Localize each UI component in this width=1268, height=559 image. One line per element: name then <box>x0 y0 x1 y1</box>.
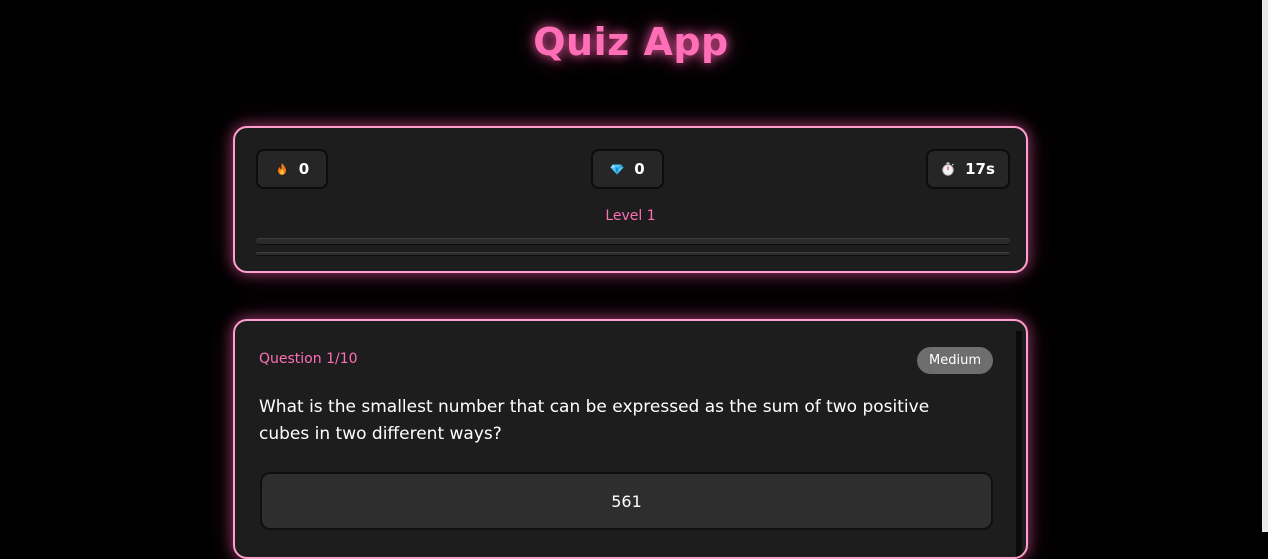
page-scrollbar[interactable] <box>1262 0 1268 532</box>
streak-counter: 0 <box>256 149 328 189</box>
question-card: Question 1/10 Medium What is the smalles… <box>233 319 1028 559</box>
fire-icon <box>275 162 289 176</box>
gem-icon <box>610 162 624 176</box>
streak-value: 0 <box>298 160 310 178</box>
stopwatch-icon <box>941 162 955 176</box>
question-counter: Question 1/10 <box>259 351 358 367</box>
level-label: Level 1 <box>605 208 656 224</box>
level-progress-bar <box>256 238 1010 245</box>
timer-value: 17s <box>965 160 995 178</box>
secondary-progress-bar <box>256 252 1010 256</box>
gems-counter: 0 <box>591 149 664 189</box>
answer-option[interactable]: 561 <box>260 472 993 530</box>
app-title: Quiz App <box>533 20 729 64</box>
question-card-scrollbar[interactable] <box>1016 331 1022 557</box>
difficulty-badge: Medium <box>917 347 993 374</box>
stats-panel: 0 0 17s Level 1 <box>233 126 1028 273</box>
timer-counter: 17s <box>926 149 1010 189</box>
gems-value: 0 <box>634 160 645 178</box>
question-text: What is the smallest number that can be … <box>259 397 930 444</box>
